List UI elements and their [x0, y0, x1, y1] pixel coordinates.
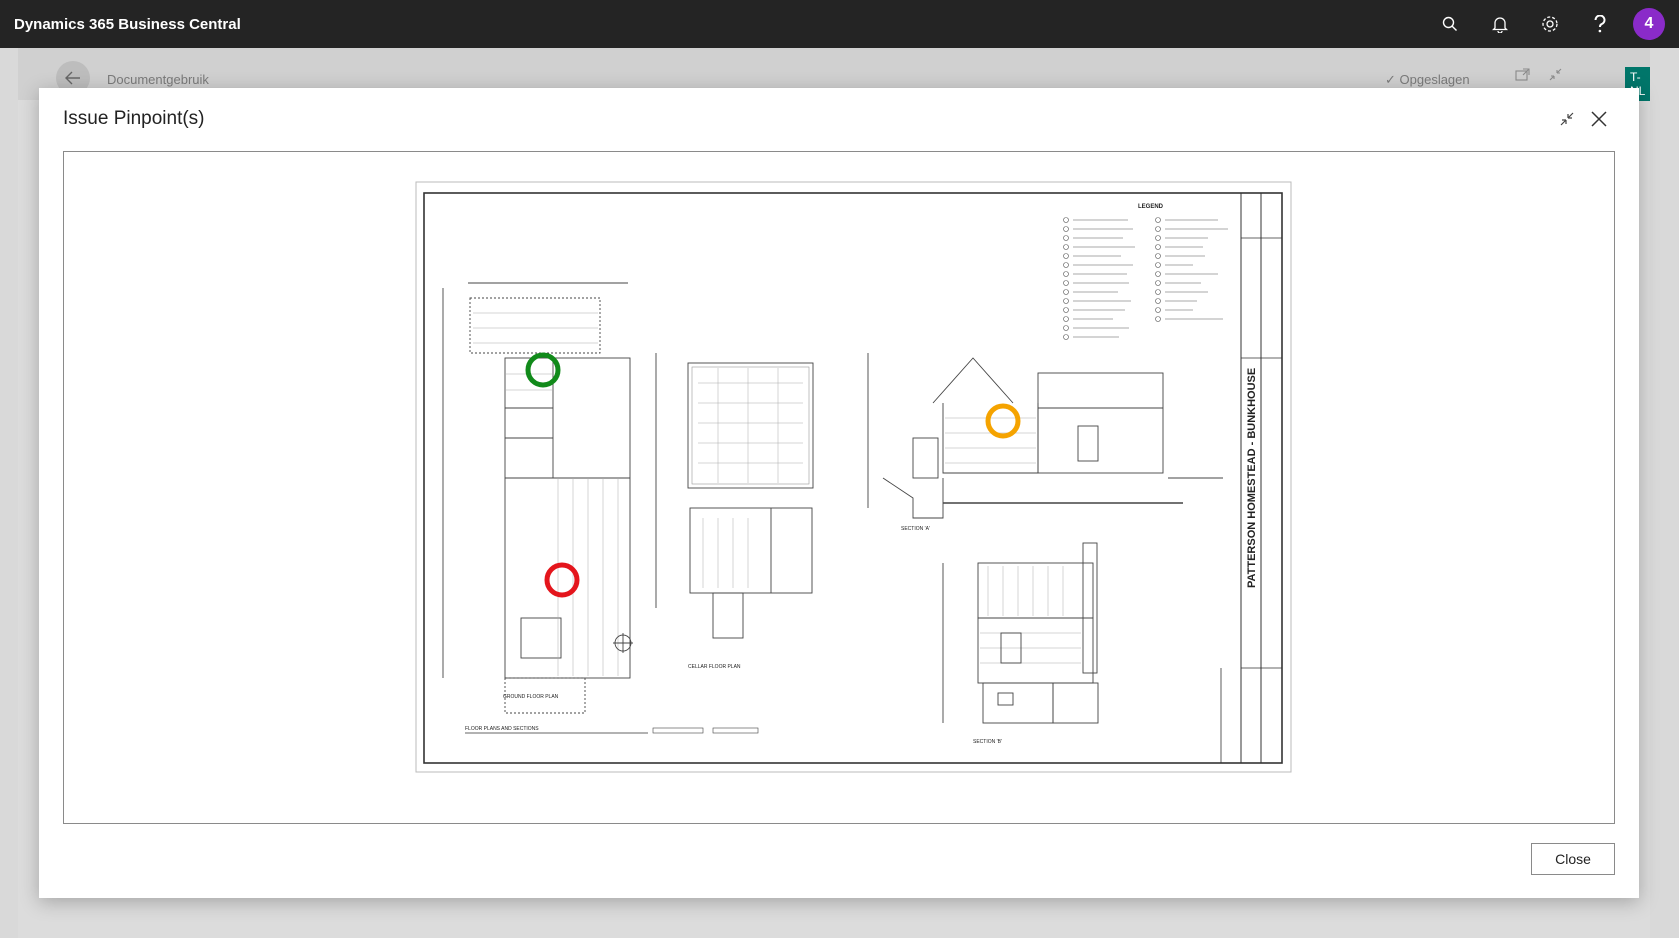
- search-icon[interactable]: [1425, 0, 1475, 48]
- image-viewer: PATTERSON HOMESTEAD - BUNKHOUSE LEGEND G…: [63, 151, 1615, 824]
- saved-status: ✓ Opgeslagen: [1385, 72, 1470, 87]
- arrow-left-icon: [65, 71, 80, 85]
- help-icon[interactable]: [1575, 0, 1625, 48]
- app-bar: Dynamics 365 Business Central 4: [0, 0, 1679, 48]
- cellar-floor-plan-label: CELLAR FLOOR PLAN: [688, 664, 741, 670]
- collapse-dialog-icon[interactable]: [1554, 106, 1580, 132]
- close-button[interactable]: Close: [1531, 843, 1615, 875]
- section-b-label: SECTION 'B': [973, 739, 1002, 745]
- section-a-label: SECTION 'A': [901, 526, 930, 532]
- blueprint-drawing: PATTERSON HOMESTEAD - BUNKHOUSE LEGEND G…: [415, 181, 1292, 773]
- background-page-title: Documentgebruik: [107, 72, 209, 87]
- issue-pinpoints-dialog: Issue Pinpoint(s) PATTERSON HOMESTEAD - …: [39, 88, 1639, 898]
- avatar[interactable]: 4: [1633, 8, 1665, 40]
- open-new-window-icon[interactable]: [1515, 68, 1530, 84]
- close-icon[interactable]: [1586, 106, 1612, 132]
- saved-status-label: Opgeslagen: [1399, 72, 1470, 87]
- collapse-icon[interactable]: [1548, 68, 1563, 84]
- bell-icon[interactable]: [1475, 0, 1525, 48]
- gear-icon[interactable]: [1525, 0, 1575, 48]
- app-title: Dynamics 365 Business Central: [14, 15, 241, 33]
- title-block-text: PATTERSON HOMESTEAD - BUNKHOUSE: [1246, 368, 1258, 588]
- dialog-title: Issue Pinpoint(s): [63, 108, 205, 129]
- app-bar-actions: 4: [1425, 0, 1665, 48]
- ground-floor-plan-label: GROUND FLOOR PLAN: [503, 694, 559, 700]
- legend-title: LEGEND: [1138, 204, 1164, 210]
- sheet-title: FLOOR PLANS AND SECTIONS: [465, 726, 539, 732]
